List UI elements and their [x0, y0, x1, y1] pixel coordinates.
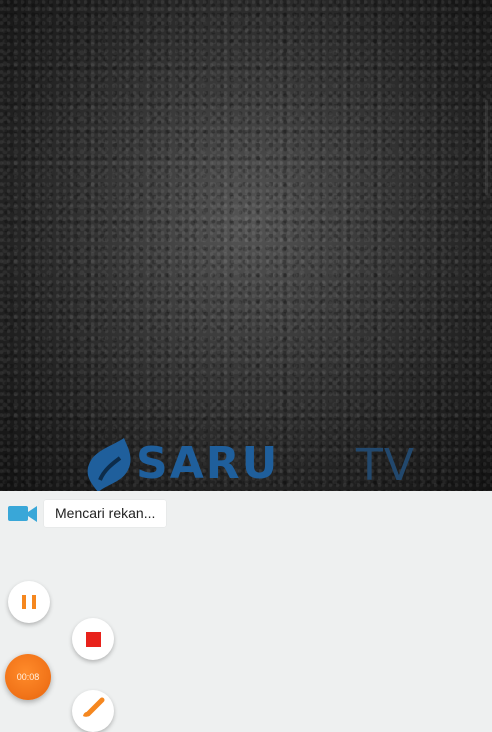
video-feed: SARU TV	[0, 0, 492, 491]
watermark-suffix: TV	[356, 440, 415, 491]
watermark-logo: SARU TV	[84, 436, 414, 491]
recording-timer[interactable]: 00:08	[5, 654, 51, 700]
watermark-brand: SARU	[136, 438, 280, 489]
pause-button[interactable]	[8, 581, 50, 623]
video-camera-icon	[8, 506, 37, 522]
brush-icon	[83, 697, 105, 717]
drop-logo-icon	[87, 438, 131, 491]
status-message: Mencari rekan...	[44, 500, 167, 527]
static-noise	[0, 0, 492, 491]
brush-button[interactable]	[72, 690, 114, 732]
stop-icon	[86, 632, 101, 647]
stop-button[interactable]	[72, 618, 114, 660]
scroll-indicator	[485, 100, 488, 195]
